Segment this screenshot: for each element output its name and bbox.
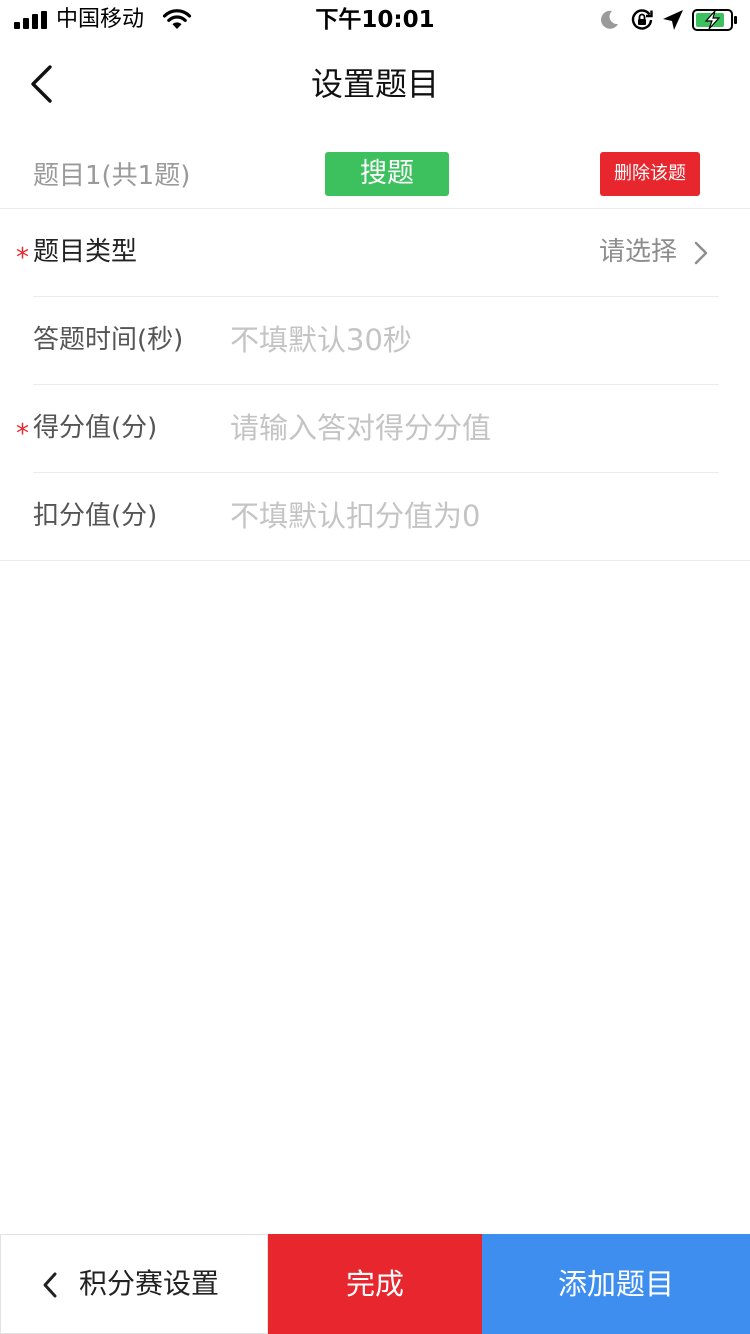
chevron-left-icon [43, 1272, 57, 1298]
score-row: * 得分值(分) [16, 385, 719, 473]
orientation-lock-icon [631, 9, 653, 30]
question-type-picker[interactable]: 请选择 [419, 209, 719, 296]
required-mark: * [16, 243, 29, 273]
score-label: 得分值(分) [33, 413, 158, 443]
deduct-row: 扣分值(分) [0, 473, 750, 561]
chevron-right-icon [694, 241, 708, 265]
done-button[interactable]: 完成 [268, 1234, 482, 1334]
bottom-action-bar: 积分赛设置 完成 添加题目 [0, 1234, 750, 1334]
deduct-label: 扣分值(分) [33, 501, 158, 531]
question-type-value: 请选择 [598, 237, 677, 267]
answer-time-row: 答题时间(秒) [33, 297, 719, 385]
answer-time-label: 答题时间(秒) [33, 325, 184, 355]
delete-question-button[interactable]: 删除该题 [600, 152, 700, 196]
back-to-settings-label: 积分赛设置 [79, 1267, 220, 1300]
moon-icon [601, 10, 618, 29]
score-input[interactable] [230, 405, 710, 451]
battery-charging-icon [692, 9, 737, 31]
search-question-button[interactable]: 搜题 [325, 152, 449, 196]
location-icon [663, 10, 683, 30]
question-type-row[interactable]: * 题目类型 请选择 [16, 209, 719, 297]
status-bar: 中国移动 下午10:01 [0, 0, 750, 40]
add-question-button[interactable]: 添加题目 [482, 1234, 750, 1334]
nav-bar: 设置题目 [0, 40, 750, 128]
deduct-input[interactable] [230, 493, 710, 539]
required-mark: * [16, 419, 29, 449]
question-type-label: 题目类型 [33, 237, 138, 267]
question-form: * 题目类型 请选择 答题时间(秒) * 得分值(分) 扣分值(分) [0, 209, 750, 561]
question-header: 题目1(共1题) 搜题 删除该题 [0, 128, 750, 209]
answer-time-input[interactable] [230, 317, 710, 363]
back-to-settings-button[interactable]: 积分赛设置 [0, 1234, 268, 1334]
page-title: 设置题目 [310, 65, 439, 103]
